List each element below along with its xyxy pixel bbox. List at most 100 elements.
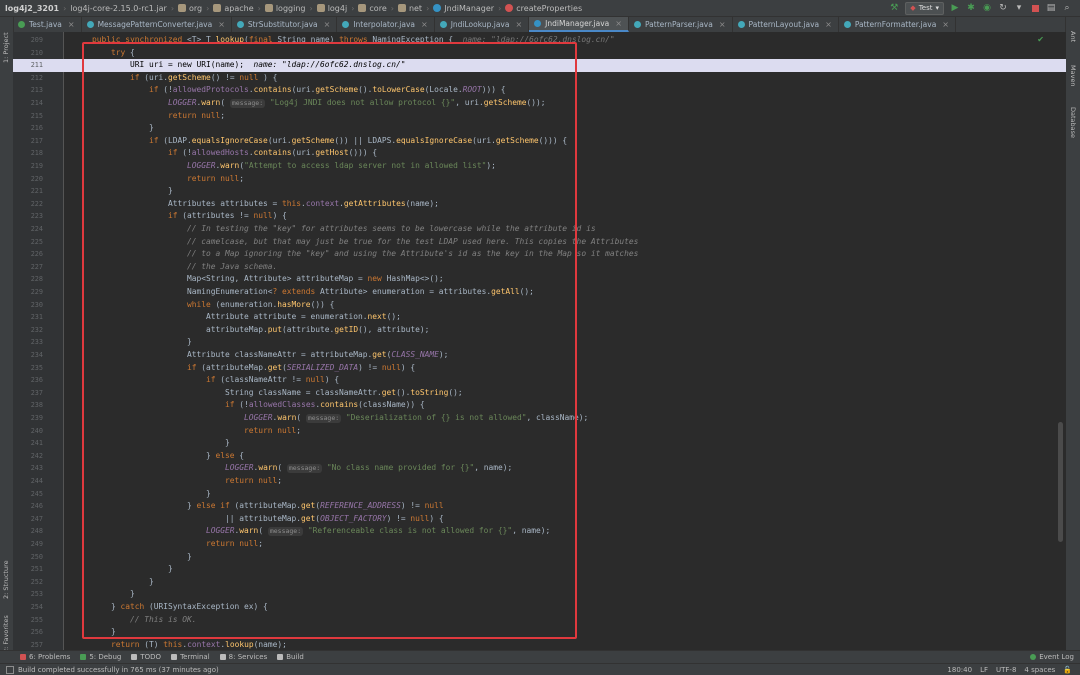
breadcrumb-item[interactable]: JndiManager (430, 4, 497, 13)
code-line[interactable]: 238 if (!allowedClasses.contains(classNa… (13, 399, 1066, 412)
search-icon[interactable]: ⌕ (1062, 3, 1072, 13)
close-icon[interactable]: × (825, 20, 832, 29)
breadcrumb-item[interactable]: log4j (314, 4, 351, 13)
code-line[interactable]: 241 } (13, 437, 1066, 450)
tool-window-button[interactable]: Build (273, 653, 310, 661)
editor-tab[interactable]: Test.java × (13, 17, 82, 32)
structure-tool-button[interactable]: 2: Structure (2, 560, 10, 599)
code-line[interactable]: 251 } (13, 563, 1066, 576)
breadcrumb-item[interactable]: net (395, 4, 425, 13)
code-line[interactable]: 218 if (!allowedHosts.contains(uri.getHo… (13, 147, 1066, 160)
close-icon[interactable]: × (324, 20, 331, 29)
code-line[interactable]: 215 return null; (13, 110, 1066, 123)
coverage-icon[interactable]: ◉ (982, 3, 992, 13)
breadcrumb-item[interactable]: org (175, 4, 205, 13)
project-structure-icon[interactable]: ▤ (1046, 3, 1056, 13)
breadcrumb-item[interactable]: log4j2_3201 (0, 4, 62, 13)
code-line[interactable]: 222 Attributes attributes = this.context… (13, 198, 1066, 211)
code-line[interactable]: 239 LOGGER.warn( message: "Deserializati… (13, 412, 1066, 425)
database-tool-button[interactable]: Database (1069, 107, 1077, 138)
code-line[interactable]: 217 if (LDAP.equalsIgnoreCase(uri.getSch… (13, 135, 1066, 148)
close-icon[interactable]: × (218, 20, 225, 29)
code-line[interactable]: 224 // In testing the "key" for attribut… (13, 223, 1066, 236)
code-line[interactable]: 255 // This is OK. (13, 614, 1066, 627)
code-line[interactable]: 235 if (attributeMap.get(SERIALIZED_DATA… (13, 362, 1066, 375)
code-line[interactable]: 243 LOGGER.warn( message: "No class name… (13, 462, 1066, 475)
close-icon[interactable]: × (515, 20, 522, 29)
code-line[interactable]: 232 attributeMap.put(attribute.getID(), … (13, 324, 1066, 337)
code-line[interactable]: 227 // the Java schema. (13, 261, 1066, 274)
code-line[interactable]: 257 return (T) this.context.lookup(name)… (13, 639, 1066, 650)
stop-icon[interactable] (1030, 3, 1040, 13)
tool-window-button[interactable]: 5: Debug (76, 653, 127, 661)
code-line[interactable]: 209 public synchronized <T> T lookup(fina… (13, 34, 1066, 47)
close-icon[interactable]: × (615, 19, 622, 28)
code-line[interactable]: 245 } (13, 488, 1066, 501)
code-line[interactable]: 228 Map<String, Attribute> attributeMap … (13, 273, 1066, 286)
code-line[interactable]: 225 // camelcase, but that may just be t… (13, 236, 1066, 249)
code-line[interactable]: 229 NamingEnumeration<? extends Attribut… (13, 286, 1066, 299)
code-line[interactable]: 216 } (13, 122, 1066, 135)
maven-tool-button[interactable]: Maven (1069, 65, 1077, 87)
code-line[interactable]: 234 Attribute classNameAttr = attributeM… (13, 349, 1066, 362)
tool-window-button[interactable]: 6: Problems (16, 653, 76, 661)
code-line[interactable]: 220 return null; (13, 173, 1066, 186)
code-line[interactable]: 213 if (!allowedProtocols.contains(uri.g… (13, 84, 1066, 97)
code-line[interactable]: 219 LOGGER.warn("Attempt to access ldap … (13, 160, 1066, 173)
favorites-tool-button[interactable]: 2: Favorites (2, 615, 10, 653)
code-line[interactable]: 253 } (13, 588, 1066, 601)
code-line[interactable]: 248 LOGGER.warn( message: "Referenceable… (13, 525, 1066, 538)
project-tool-button[interactable]: 1: Project (2, 32, 10, 63)
code-line[interactable]: 247 || attributeMap.get(OBJECT_FACTORY) … (13, 513, 1066, 526)
breadcrumb-item[interactable]: logging (262, 4, 309, 13)
profile-icon[interactable]: ↻ (998, 3, 1008, 13)
run-icon[interactable]: ▶ (950, 3, 960, 13)
editor-tab[interactable]: PatternLayout.java × (733, 17, 839, 32)
caret-position[interactable]: 180:40 (947, 666, 972, 674)
code-line[interactable]: 236 if (classNameAttr != null) { (13, 374, 1066, 387)
event-log-button[interactable]: Event Log (1026, 653, 1080, 661)
tool-window-button[interactable]: Terminal (167, 653, 216, 661)
close-icon[interactable]: × (719, 20, 726, 29)
breadcrumb-item[interactable]: core (355, 4, 389, 13)
code-line[interactable]: 233 } (13, 336, 1066, 349)
ant-tool-button[interactable]: Ant (1069, 31, 1077, 42)
code-line[interactable]: 249 return null; (13, 538, 1066, 551)
more-run-options-icon[interactable]: ▾ (1014, 3, 1024, 13)
code-line[interactable]: 254 } catch (URISyntaxException ex) { (13, 601, 1066, 614)
code-line[interactable]: 246 } else if (attributeMap.get(REFERENC… (13, 500, 1066, 513)
close-icon[interactable]: × (68, 20, 75, 29)
code-line[interactable]: 240 return null; (13, 425, 1066, 438)
code-line[interactable]: 252 } (13, 576, 1066, 589)
editor-tab[interactable]: StrSubstitutor.java × (232, 17, 338, 32)
code-line[interactable]: 212 if (uri.getScheme() != null ) { (13, 72, 1066, 85)
code-editor[interactable]: 209 public synchronized <T> T lookup(fina… (13, 32, 1066, 650)
file-encoding[interactable]: UTF-8 (996, 666, 1016, 674)
code-line[interactable]: 237 String className = classNameAttr.get… (13, 387, 1066, 400)
code-line[interactable]: 230 while (enumeration.hasMore()) { (13, 299, 1066, 312)
code-line[interactable]: 214 LOGGER.warn( message: "Log4j JNDI do… (13, 97, 1066, 110)
close-icon[interactable]: × (421, 20, 428, 29)
code-line[interactable]: 231 Attribute attribute = enumeration.ne… (13, 311, 1066, 324)
tool-window-button[interactable]: 8: Services (216, 653, 274, 661)
breadcrumb-item[interactable]: apache (210, 4, 256, 13)
line-separator[interactable]: LF (980, 666, 988, 674)
close-icon[interactable]: × (942, 20, 949, 29)
editor-tab[interactable]: PatternFormatter.java × (839, 17, 956, 32)
code-line[interactable]: 226 // to a Map ignoring the "key" and u… (13, 248, 1066, 261)
editor-tab[interactable]: JndiLookup.java × (435, 17, 530, 32)
run-config-selector[interactable]: ◆ Test ▾ (905, 1, 944, 15)
editor-tab[interactable]: JndiManager.java × (529, 17, 629, 32)
vertical-scrollbar[interactable] (1058, 422, 1063, 542)
debug-icon[interactable]: ✱ (966, 3, 976, 13)
editor-tab[interactable]: PatternParser.java × (629, 17, 733, 32)
code-line[interactable]: 221 } (13, 185, 1066, 198)
code-line[interactable]: 210 try { (13, 47, 1066, 60)
code-line[interactable]: 256 } (13, 626, 1066, 639)
tool-window-button[interactable]: TODO (127, 653, 167, 661)
editor-tab[interactable]: MessagePatternConverter.java × (82, 17, 232, 32)
hammer-icon[interactable]: ⚒ (889, 3, 899, 13)
code-line[interactable]: 244 return null; (13, 475, 1066, 488)
breadcrumb-item[interactable]: log4j-core-2.15.0-rc1.jar (67, 4, 170, 13)
lock-icon[interactable]: 🔓 (1063, 666, 1072, 674)
